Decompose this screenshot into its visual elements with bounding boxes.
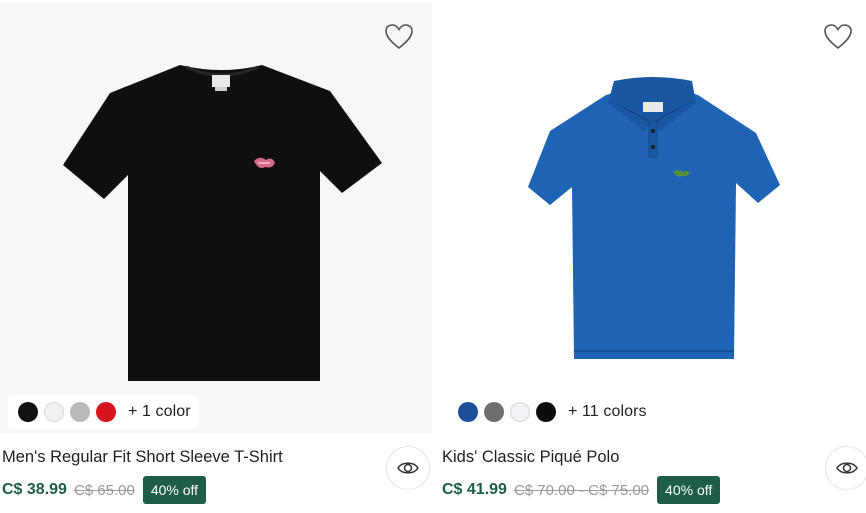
color-swatch[interactable] [96,402,116,422]
more-colors-link[interactable]: + 11 colors [568,403,647,421]
quick-view-button[interactable] [386,446,430,490]
color-swatch[interactable] [18,402,38,422]
heart-icon[interactable] [383,21,415,53]
color-swatch[interactable] [458,402,478,422]
product-card[interactable]: + 11 colors Kids' Classic Piqué Polo C$ … [438,0,866,513]
eye-icon [397,462,419,474]
color-swatches: + 1 color [8,395,199,429]
product-image[interactable]: + 11 colors [438,3,866,433]
color-swatch[interactable] [484,402,504,422]
quick-view-button[interactable] [825,446,866,490]
sale-price: C$ 41.99 [442,481,507,498]
price-row: C$ 41.99 C$ 70.00 - C$ 75.00 40% off [442,476,721,504]
heart-icon[interactable] [822,21,854,53]
color-swatches: + 11 colors [448,395,655,429]
original-price: C$ 65.00 [73,481,135,499]
product-card[interactable]: + 1 color Men's Regular Fit Short Sleeve… [0,0,432,513]
discount-badge: 40% off [657,476,721,504]
color-swatch[interactable] [70,402,90,422]
product-title[interactable]: Men's Regular Fit Short Sleeve T-Shirt [2,448,283,467]
blue-polo-image [528,77,780,359]
discount-badge: 40% off [142,476,207,504]
color-swatch[interactable] [510,402,530,422]
original-price: C$ 70.00 - C$ 75.00 [513,481,650,499]
color-swatch[interactable] [44,402,64,422]
black-tshirt-image [63,65,382,381]
price-row: C$ 38.99 C$ 65.00 40% off [2,476,207,504]
eye-icon [836,462,858,474]
color-swatch[interactable] [536,402,556,422]
product-image[interactable]: + 1 color [0,3,432,433]
product-title[interactable]: Kids' Classic Piqué Polo [442,448,619,467]
sale-price: C$ 38.99 [2,481,67,498]
more-colors-link[interactable]: + 1 color [128,403,191,421]
